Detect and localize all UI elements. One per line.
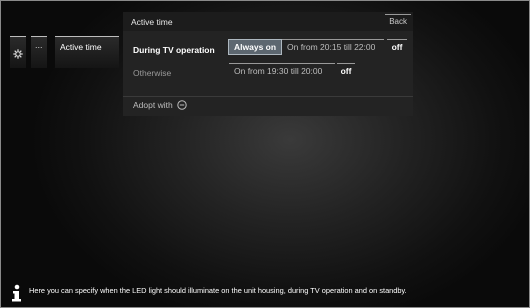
otherwise-label: Otherwise [133,68,172,78]
breadcrumb-settings[interactable] [10,36,26,68]
option-otherwise-off[interactable]: off [337,63,355,79]
adopt-label: Adopt with [133,100,173,110]
info-icon [9,284,23,307]
option-tv-off[interactable]: off [387,39,407,55]
back-button[interactable]: Back [385,14,411,30]
active-time-menu: Active time Back During TV operation Alw… [123,12,413,116]
breadcrumb-current[interactable]: Active time [55,36,119,68]
option-otherwise-time-range[interactable]: On from 19:30 till 20:00 [229,63,335,79]
adopt-hint: Adopt with [133,100,187,112]
info-text: Here you can specify when the LED light … [29,286,407,295]
menu-header: Active time Back [123,12,413,31]
tv-operation-label: During TV operation [133,45,215,55]
menu-divider [123,96,413,97]
menu-title: Active time [131,17,173,27]
breadcrumb-parent[interactable]: ... [31,36,47,68]
breadcrumb-current-label: Active time [60,42,102,52]
ok-button-icon [177,100,187,112]
breadcrumb-parent-label: ... [35,40,43,50]
option-tv-time-range[interactable]: On from 20:15 till 22:00 [282,39,384,55]
gear-icon [13,46,23,64]
option-always-on[interactable]: Always on [228,39,282,55]
